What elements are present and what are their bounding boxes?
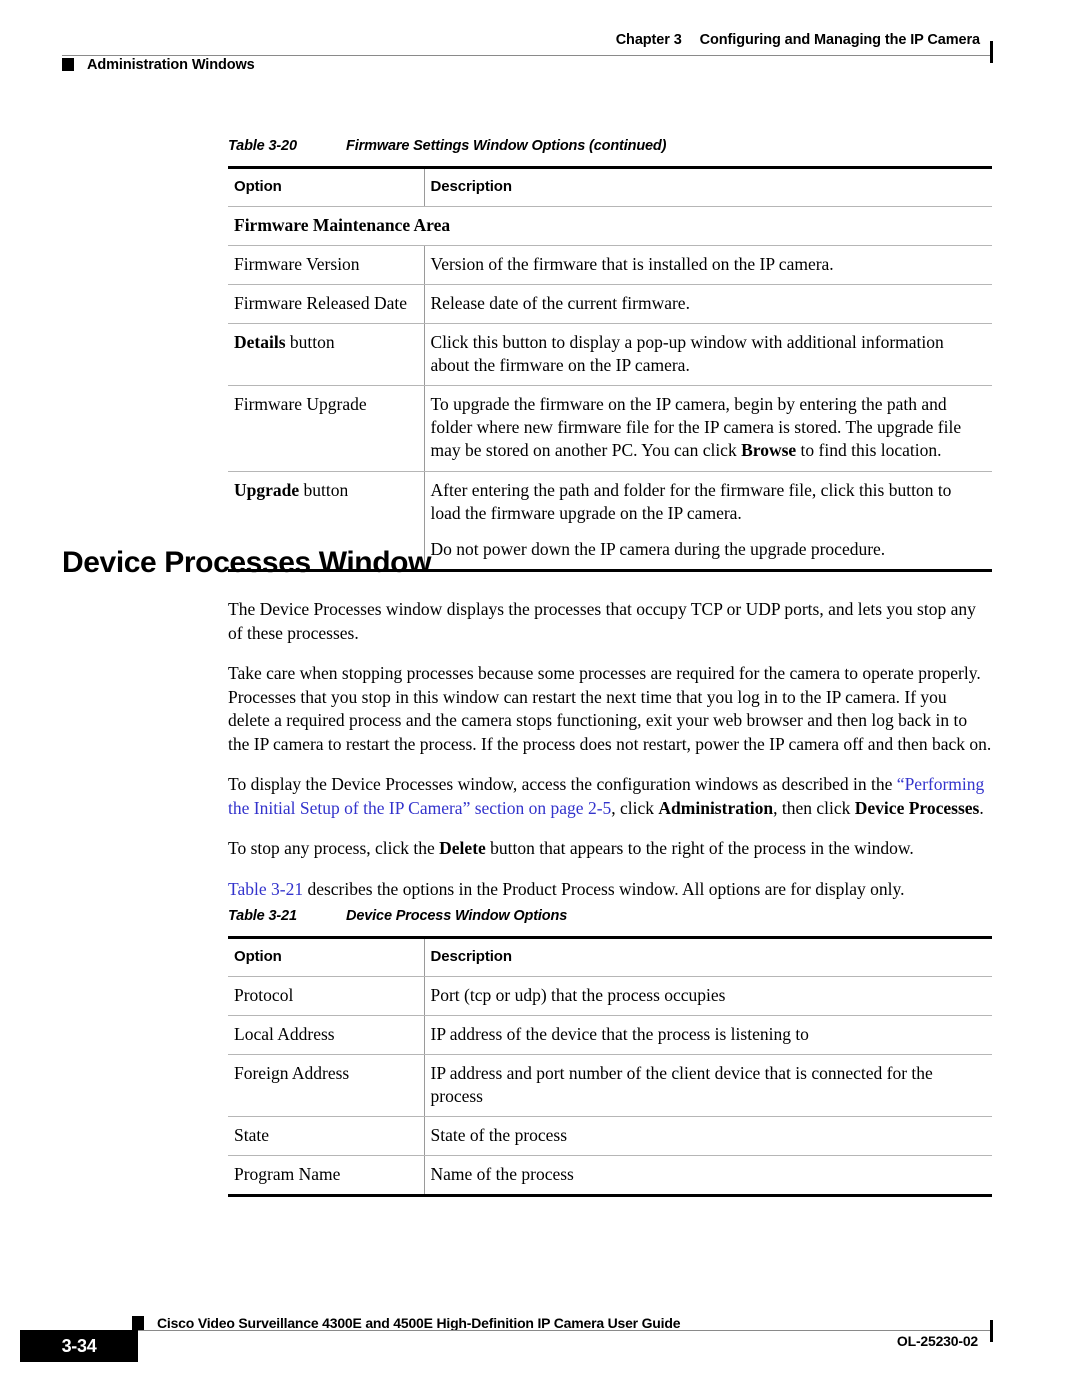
paragraph-3-mid2: , then click — [773, 797, 855, 818]
body-content: The Device Processes window displays the… — [228, 598, 992, 901]
running-footer: Cisco Video Surveillance 4300E and 4500E… — [20, 1302, 993, 1362]
table-cell-option: Firmware Released Date — [228, 284, 425, 325]
option-bold-part: Upgrade — [234, 479, 300, 500]
header-rule — [62, 55, 992, 56]
table-cell-description: To upgrade the firmware on the IP camera… — [424, 385, 992, 472]
paragraph-3-bold-administration: Administration — [658, 797, 774, 818]
table-row: Protocol Port (tcp or udp) that the proc… — [228, 976, 992, 1016]
table-cell-option: Local Address — [228, 1015, 425, 1055]
option-bold-part: Details — [234, 332, 286, 353]
table-3-21-block: Table 3-21 Device Process Window Options … — [228, 908, 992, 1198]
table-3-21-col-description: Description — [424, 936, 992, 977]
inline-bold-browse: Browse — [741, 440, 797, 461]
footer-rule — [62, 1330, 992, 1331]
table-cell-description: Version of the firmware that is installe… — [424, 245, 992, 285]
paragraph-2: Take care when stopping processes becaus… — [228, 663, 992, 754]
header-chapter-text: Chapter 3 Configuring and Managing the IP… — [616, 32, 980, 48]
table-cell-option: Firmware Upgrade — [228, 385, 425, 472]
table-row: Foreign Address IP address and port numb… — [228, 1054, 992, 1118]
table-cell-description: Release date of the current firmware. — [424, 284, 992, 325]
table-3-21-col-option: Option — [228, 936, 425, 977]
document-page: Chapter 3 Configuring and Managing the IP… — [0, 0, 1080, 1397]
table-cell-description: State of the process — [424, 1116, 992, 1157]
page-title: Device Processes Window — [62, 546, 432, 579]
table-row: Firmware Version Version of the firmware… — [228, 245, 992, 285]
table-3-20-col-description: Description — [424, 166, 992, 207]
running-header: Chapter 3 Configuring and Managing the IP… — [62, 32, 993, 78]
table-row: Firmware Released Date Release date of t… — [228, 284, 992, 325]
paragraph-5: Table 3-21 describes the options in the … — [228, 878, 992, 902]
table-3-20-block: Table 3-20 Firmware Settings Window Optio… — [228, 138, 992, 572]
table-row: Firmware Maintenance Area — [228, 206, 992, 246]
paragraph-3: To display the Device Processes window, … — [228, 773, 992, 820]
table-3-21-caption: Table 3-21 Device Process Window Options — [228, 908, 992, 924]
table-cell-option: Details button — [228, 323, 425, 387]
paragraph-3-lead: To display the Device Processes window, … — [228, 774, 897, 795]
header-rule-tick — [990, 41, 993, 63]
table-3-21-caption-title: Device Process Window Options — [346, 908, 568, 924]
table-3-20-caption: Table 3-20 Firmware Settings Window Optio… — [228, 138, 992, 154]
paragraph-4-lead: To stop any process, click the — [228, 838, 440, 859]
table-cell-description: Port (tcp or udp) that the process occup… — [424, 976, 992, 1016]
header-chapter-title: Configuring and Managing the IP Camera — [699, 32, 980, 48]
table-3-20-col-option: Option — [228, 166, 425, 207]
table-cell-description: After entering the path and folder for t… — [424, 471, 992, 572]
table-cell-description: Name of the process — [424, 1155, 992, 1198]
paragraph-4: To stop any process, click the Delete bu… — [228, 837, 992, 861]
description-paragraph: Do not power down the IP camera during t… — [430, 538, 886, 559]
table-cell-description: IP address and port number of the client… — [424, 1054, 992, 1118]
table-3-20: Option Description Firmware Maintenance … — [228, 166, 992, 572]
table-row: Local Address IP address of the device t… — [228, 1015, 992, 1055]
table-3-20-section-row: Firmware Maintenance Area — [228, 206, 992, 246]
paragraph-3-mid: , click — [611, 797, 659, 818]
table-3-20-caption-title: Firmware Settings Window Options (contin… — [346, 138, 667, 154]
footer-page-number: 3-34 — [61, 1336, 97, 1356]
table-3-21: Option Description Protocol Port (tcp or… — [228, 936, 992, 1198]
table-3-20-caption-number: Table 3-20 — [228, 138, 297, 154]
table-row: State State of the process — [228, 1116, 992, 1157]
header-chapter-label: Chapter 3 — [615, 32, 682, 48]
option-tail-part: button — [299, 479, 349, 500]
paragraph-4-bold-delete: Delete — [439, 838, 486, 859]
footer-rule-tick — [990, 1320, 993, 1342]
table-cell-description: Click this button to display a pop-up wi… — [424, 323, 992, 387]
table-cell-option: Program Name — [228, 1155, 425, 1198]
table-cell-option: Protocol — [228, 976, 425, 1016]
paragraph-3-end: . — [979, 797, 984, 818]
link-table-3-21[interactable]: Table 3-21 — [228, 879, 303, 899]
paragraph-4-end: button that appears to the right of the … — [485, 838, 914, 859]
table-3-21-header-row: Option Description — [228, 936, 992, 977]
footer-bullet-square-icon — [132, 1316, 144, 1330]
footer-doc-id: OL-25230-02 — [896, 1333, 978, 1349]
table-row: Program Name Name of the process — [228, 1155, 992, 1198]
header-bullet-square-icon — [62, 58, 74, 71]
table-3-20-header-row: Option Description — [228, 166, 992, 207]
header-section-title: Administration Windows — [87, 57, 255, 73]
footer-guide-title: Cisco Video Surveillance 4300E and 4500E… — [157, 1315, 681, 1331]
paragraph-1: The Device Processes window displays the… — [228, 599, 976, 643]
table-cell-option: Firmware Version — [228, 245, 425, 285]
paragraph-3-bold-device-processes: Device Processes — [854, 797, 980, 818]
option-tail-part: button — [285, 332, 335, 353]
table-3-21-caption-number: Table 3-21 — [228, 908, 297, 924]
table-row: Firmware Upgrade To upgrade the firmware… — [228, 385, 992, 472]
description-paragraph: After entering the path and folder for t… — [430, 479, 952, 523]
table-cell-option: State — [228, 1116, 425, 1157]
table-cell-description: IP address of the device that the proces… — [424, 1015, 992, 1055]
table-cell-option: Foreign Address — [228, 1054, 425, 1118]
table-row: Details button Click this button to disp… — [228, 323, 992, 387]
paragraph-5-end: describes the options in the Product Pro… — [303, 878, 905, 899]
